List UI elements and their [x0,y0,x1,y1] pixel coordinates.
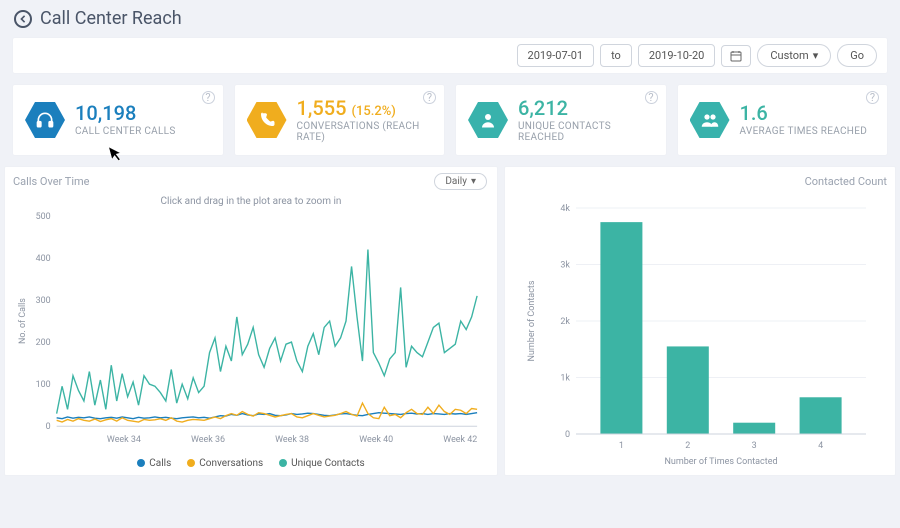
contacted-count-card: Contacted Count 0 1k 2k 3k 4k Number of Conta… [504,166,896,476]
svg-text:0: 0 [565,430,570,440]
granularity-button[interactable]: Daily ▾ [434,173,487,190]
svg-text:Week 36: Week 36 [191,435,225,445]
date-to-label: to [600,44,632,67]
svg-text:4k: 4k [560,204,570,214]
legend-item-unique: Unique Contacts [279,458,365,469]
go-button[interactable]: Go [837,44,877,67]
svg-text:3k: 3k [560,261,570,271]
people-icon [690,100,730,140]
chart-legend: Calls Conversations Unique Contacts [13,458,489,469]
kpi-unique-contacts: ? 6,212 UNIQUE CONTACTS REACHED [455,84,667,156]
calendar-icon[interactable] [721,45,751,67]
svg-text:2k: 2k [560,317,570,327]
chart-title: Contacted Count [513,175,887,188]
legend-item-calls: Calls [137,458,171,469]
page-title: Call Center Reach [40,8,182,29]
kpi-label: CONVERSATIONS (REACH RATE) [297,121,433,143]
date-range-bar: 2019-07-01 to 2019-10-20 Custom ▾ Go [12,37,888,74]
svg-text:300: 300 [36,296,51,306]
svg-text:Week 34: Week 34 [107,435,141,445]
zoom-hint: Click and drag in the plot area to zoom … [13,196,489,207]
kpi-value-number: 1,555 [297,96,347,120]
svg-text:Week 42: Week 42 [443,435,477,445]
svg-text:400: 400 [36,254,51,264]
svg-text:2: 2 [685,441,690,451]
svg-text:100: 100 [36,380,51,390]
kpi-avg-times-reached: ? 1.6 AVERAGE TIMES REACHED [677,84,889,156]
contacted-count-chart[interactable]: 0 1k 2k 3k 4k Number of Contacts 1 2 3 4 Number of… [513,192,887,468]
svg-text:0: 0 [46,422,51,432]
date-to-input[interactable]: 2019-10-20 [638,44,716,67]
svg-text:1: 1 [619,441,624,451]
svg-text:500: 500 [36,212,51,222]
granularity-label: Daily [445,176,467,187]
calls-over-time-card: Calls Over Time Daily ▾ Click and drag i… [4,166,498,476]
chevron-down-icon: ▾ [813,49,819,62]
phone-icon [247,100,287,140]
chevron-down-icon: ▾ [471,176,476,187]
help-icon[interactable]: ? [202,91,215,104]
kpi-conversations: ? 1,555 (15.2%) CONVERSATIONS (REACH RAT… [234,84,446,156]
kpi-label: AVERAGE TIMES REACHED [740,126,868,137]
kpi-call-center-calls: ? 10,198 CALL CENTER CALLS [12,84,224,156]
kpi-value: 1,555 (15.2%) [297,98,433,118]
person-icon [468,100,508,140]
svg-text:No. of Calls: No. of Calls [18,298,28,344]
kpi-value: 1.6 [740,103,868,123]
kpi-label: UNIQUE CONTACTS REACHED [518,121,654,143]
help-icon[interactable]: ? [423,91,436,104]
back-icon[interactable] [14,10,32,28]
date-from-input[interactable]: 2019-07-01 [517,44,595,67]
help-icon[interactable]: ? [866,91,879,104]
calls-over-time-chart[interactable]: 0 100 200 300 400 500 No. of Calls Week 34 Week … [13,209,489,451]
custom-range-label: Custom [770,49,808,62]
custom-range-button[interactable]: Custom ▾ [757,44,831,67]
help-icon[interactable]: ? [645,91,658,104]
kpi-label: CALL CENTER CALLS [75,126,176,137]
svg-text:1k: 1k [560,374,570,384]
chart-title: Calls Over Time [13,175,489,188]
svg-text:Number of Times Contacted: Number of Times Contacted [664,457,777,467]
headset-icon [25,100,65,140]
svg-text:4: 4 [818,441,823,451]
kpi-value: 10,198 [75,103,176,123]
svg-text:Number of Contacts: Number of Contacts [527,280,537,361]
kpi-value: 6,212 [518,98,654,118]
legend-item-conversations: Conversations [187,458,263,469]
kpi-value-pct: (15.2%) [351,104,395,119]
svg-text:Week 40: Week 40 [359,435,393,445]
svg-text:Week 38: Week 38 [275,435,309,445]
svg-text:3: 3 [752,441,757,451]
svg-text:200: 200 [36,338,51,348]
